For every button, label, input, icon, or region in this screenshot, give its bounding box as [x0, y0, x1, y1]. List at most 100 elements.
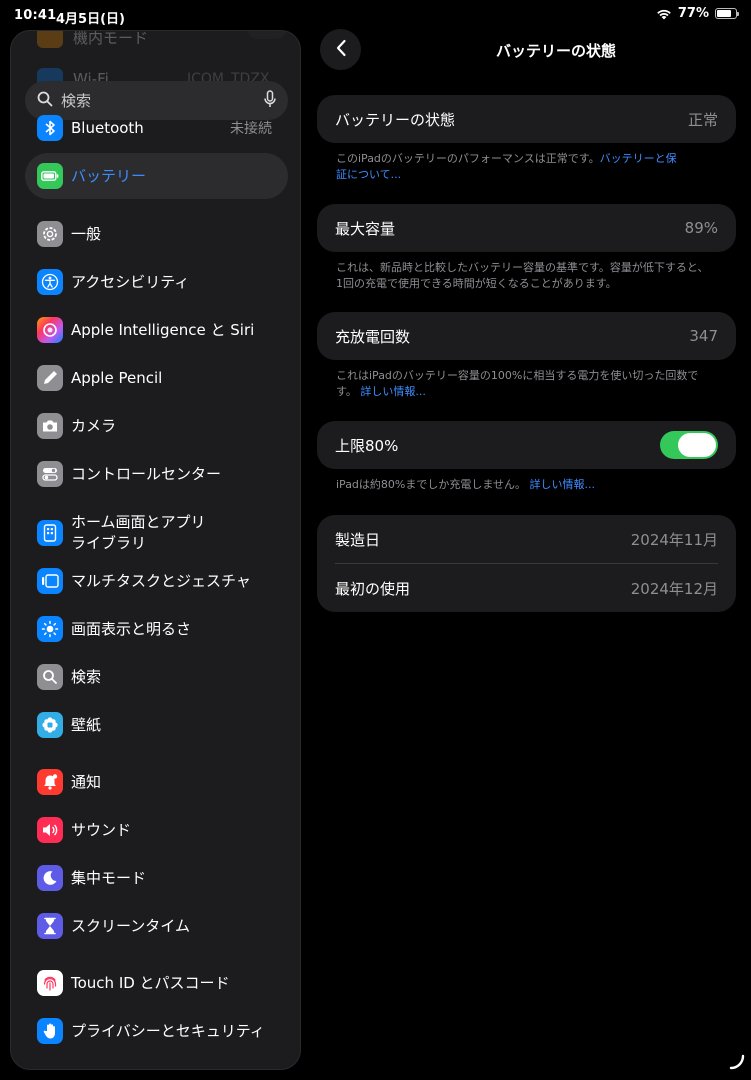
charge-limit-toggle[interactable] — [660, 431, 718, 459]
page-title: バッテリーの状態 — [495, 42, 616, 60]
charge-limit-row: 上限80% — [317, 421, 736, 469]
sidebar-item-label: Apple Intelligence と Siri — [71, 320, 255, 339]
sidebar-item-notifications[interactable]: 通知 — [25, 759, 288, 805]
cycle-count-row: 充放電回数 347 — [317, 312, 736, 360]
cycle-count-label: 充放電回数 — [335, 327, 411, 346]
camera-icon — [37, 413, 63, 439]
sidebar-item-label: アクセシビリティ — [71, 272, 190, 291]
cycle-count-value: 347 — [689, 327, 718, 345]
sidebar-item-wallpaper[interactable]: 壁紙 — [25, 702, 288, 748]
sidebar-item-apple-pencil[interactable]: Apple Pencil — [25, 355, 288, 401]
charge-limit-learn-more-link[interactable]: 詳しい情報... — [530, 478, 596, 491]
cycle-count-footnote: これはiPadのバッテリー容量の100%に相当する電力を使い切った回数で す。 … — [336, 368, 721, 400]
sidebar-item-label: スクリーンタイム — [71, 916, 190, 935]
sidebar-item-label: サウンド — [71, 820, 132, 839]
sidebar-item-label: プライバシーとセキュリティ — [71, 1021, 265, 1040]
battery-warranty-link-continued[interactable]: 証について... — [336, 168, 401, 181]
sidebar-item-label: 壁紙 — [71, 715, 102, 734]
max-capacity-label: 最大容量 — [335, 219, 396, 238]
control-center-icon — [37, 461, 63, 487]
battery-status-icon — [715, 8, 739, 19]
sidebar-item-multitasking[interactable]: マルチタスクとジェスチャ — [25, 558, 288, 604]
toggle-knob — [678, 433, 716, 457]
siri-icon — [37, 317, 63, 343]
battery-percent: 77% — [677, 6, 709, 21]
sidebar-item-screen-time[interactable]: スクリーンタイム — [25, 903, 288, 949]
corner-indicator-icon — [729, 1054, 745, 1074]
moon-icon — [37, 865, 63, 891]
first-use-value: 2024年12月 — [630, 579, 718, 598]
sidebar-item-label: 機内モード — [73, 30, 149, 47]
sidebar-item-airplane-faded[interactable]: 機内モード — [37, 30, 287, 49]
battery-health-label: バッテリーの状態 — [335, 110, 456, 129]
chevron-left-icon — [335, 39, 347, 61]
charge-limit-note: iPadは約80%までしか充電しません。 — [336, 478, 527, 491]
battery-warranty-link[interactable]: バッテリーと保 — [600, 152, 677, 165]
fingerprint-icon — [37, 970, 63, 996]
sidebar-item-apple-intelligence-siri[interactable]: Apple Intelligence と Siri — [25, 307, 288, 353]
max-capacity-value: 89% — [684, 219, 718, 237]
bluetooth-icon — [37, 115, 63, 141]
sidebar-item-battery[interactable]: バッテリー — [25, 153, 288, 199]
status-bar: 10:41 4月5日(日) 77% — [0, 0, 751, 30]
sidebar-item-touch-id-passcode[interactable]: Touch ID とパスコード — [25, 960, 288, 1006]
manufacture-date-label: 製造日 — [335, 530, 381, 549]
sidebar-item-home-screen[interactable]: ホーム画面とアプリ ライブラリ — [25, 505, 288, 561]
first-use-label: 最初の使用 — [335, 579, 411, 598]
hourglass-icon — [37, 913, 63, 939]
sidebar-item-label-line2: ライブラリ — [71, 534, 147, 552]
charge-limit-label: 上限80% — [335, 436, 399, 455]
settings-sidebar[interactable]: 機内モード Wi-Fi ICOM_TDZX 検索 Bluetooth 未接続 バ… — [10, 30, 301, 1070]
accessibility-icon — [37, 269, 63, 295]
sidebar-item-search[interactable]: 検索 — [25, 654, 288, 700]
airplane-icon — [37, 31, 63, 48]
sidebar-item-label: ホーム画面とアプリ ライブラリ — [71, 512, 288, 554]
sidebar-item-label: 集中モード — [71, 868, 147, 887]
sidebar-item-control-center[interactable]: コントロールセンター — [25, 451, 288, 497]
battery-level-fill — [717, 10, 731, 17]
notifications-icon — [37, 769, 63, 795]
status-time: 10:41 — [14, 8, 57, 23]
cycle-learn-more-link[interactable]: 詳しい情報... — [360, 385, 426, 398]
sidebar-item-general[interactable]: 一般 — [25, 211, 288, 257]
sidebar-item-accessibility[interactable]: アクセシビリティ — [25, 259, 288, 305]
battery-health-note: このiPadのバッテリーのパフォーマンスは正常です。 — [336, 152, 600, 165]
charge-limit-card: 上限80% — [317, 421, 736, 469]
battery-dates-card: 製造日 2024年11月 最初の使用 2024年12月 — [317, 515, 736, 612]
sidebar-item-privacy-security[interactable]: プライバシーとセキュリティ — [25, 1008, 288, 1054]
cycle-count-note-line2: す。 — [336, 385, 357, 398]
sidebar-item-sounds[interactable]: サウンド — [25, 807, 288, 853]
search-icon — [37, 664, 63, 690]
brightness-icon — [37, 616, 63, 642]
cycle-count-note-line1: これはiPadのバッテリー容量の100%に相当する電力を使い切った回数で — [336, 369, 699, 382]
sidebar-item-label: コントロールセンター — [71, 464, 222, 483]
battery-health-row: バッテリーの状態 正常 — [317, 95, 736, 143]
sidebar-item-label: 一般 — [71, 224, 102, 243]
sidebar-item-label: カメラ — [71, 416, 117, 435]
max-capacity-card: 最大容量 89% — [317, 204, 736, 252]
max-capacity-note-line2: 1回の充電で使用できる時間が短くなることがあります。 — [336, 277, 617, 290]
max-capacity-footnote: これは、新品時と比較したバッテリー容量の基準です。容量が低下すると、 1回の充電… — [336, 260, 721, 292]
manufacture-date-value: 2024年11月 — [630, 530, 718, 549]
sidebar-item-label: 通知 — [71, 772, 102, 791]
battery-health-footnote: このiPadのバッテリーのパフォーマンスは正常です。バッテリーと保 証について.… — [336, 151, 721, 183]
cycle-count-card: 充放電回数 347 — [317, 312, 736, 360]
sidebar-item-label: Bluetooth — [71, 118, 144, 137]
airplane-toggle[interactable] — [247, 31, 287, 39]
first-use-row: 最初の使用 2024年12月 — [317, 564, 736, 612]
battery-health-value: 正常 — [687, 110, 718, 129]
sidebar-item-display-brightness[interactable]: 画面表示と明るさ — [25, 606, 288, 652]
sidebar-item-label: Touch ID とパスコード — [71, 973, 230, 992]
manufacture-date-row: 製造日 2024年11月 — [317, 515, 736, 563]
back-button[interactable] — [320, 29, 361, 70]
sidebar-item-label: Apple Pencil — [71, 368, 163, 387]
max-capacity-row: 最大容量 89% — [317, 204, 736, 252]
sidebar-item-bluetooth[interactable]: Bluetooth 未接続 — [25, 105, 288, 151]
sidebar-item-label: 検索 — [71, 667, 102, 686]
sidebar-item-value: 未接続 — [230, 121, 272, 137]
sidebar-item-camera[interactable]: カメラ — [25, 403, 288, 449]
sidebar-item-focus[interactable]: 集中モード — [25, 855, 288, 901]
battery-icon — [37, 163, 63, 189]
wifi-icon — [656, 8, 672, 20]
status-date: 4月5日(日) — [56, 12, 125, 27]
